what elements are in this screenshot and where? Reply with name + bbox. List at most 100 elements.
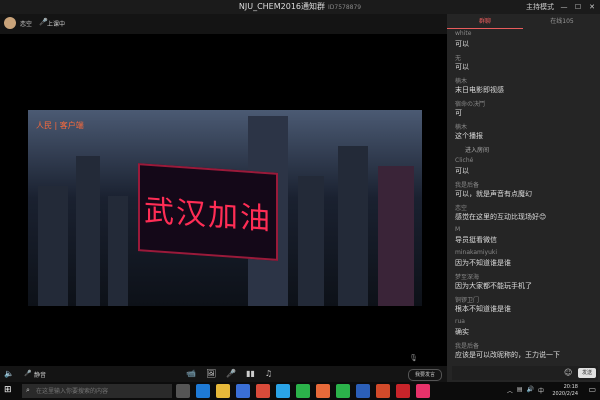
tab-online[interactable]: 在线105 — [524, 16, 600, 28]
mute-microphone-icon[interactable]: 🎤 — [24, 370, 31, 377]
message-text: 感觉在这里的互动比现场好😊 — [455, 213, 547, 221]
message-text: 可以 — [455, 167, 469, 175]
request-speak-button[interactable]: 我要发言 — [408, 369, 442, 381]
bars-icon[interactable]: ▮▮ — [246, 369, 255, 378]
host-status: 上课中 — [47, 21, 66, 28]
message-sender: 铜锣卫门 — [455, 297, 480, 304]
acrobat-icon[interactable] — [396, 384, 410, 398]
message-text: 确实 — [455, 328, 469, 336]
emoji-icon[interactable]: ☺ — [564, 368, 572, 377]
message-text: 这个播报 — [455, 132, 483, 140]
window-title: NJU_CHEM2016通知群 ID7578879 — [0, 1, 600, 12]
message-sender: M — [455, 226, 461, 233]
message-sender: 宿命の决鬥 — [455, 101, 486, 108]
video-area[interactable]: 武汉加油 人民 | 客户端 🎙 — [28, 34, 422, 366]
room-name: NJU_CHEM2016通知群 — [238, 2, 325, 11]
building — [378, 166, 414, 306]
edge-icon[interactable] — [196, 384, 210, 398]
system-tray: ︿ ▤ 🔊 中 — [507, 386, 544, 395]
windows-start-icon[interactable]: ⊞ — [4, 385, 16, 397]
message-sender: 楠木 — [455, 78, 468, 85]
qq-icon[interactable] — [276, 384, 290, 398]
network-icon[interactable]: ▤ — [517, 386, 523, 395]
video-camera-icon[interactable]: 📹 — [186, 369, 196, 378]
explorer-icon[interactable] — [216, 384, 230, 398]
task-view-icon[interactable] — [176, 384, 190, 398]
message-text: 末日电影即视感 — [455, 86, 504, 94]
microphone-tool-icon[interactable]: 🎤 — [226, 369, 236, 378]
tab-group-chat[interactable]: 群聊 — [447, 16, 523, 29]
message-icon[interactable] — [416, 384, 430, 398]
minimize-button[interactable]: — — [560, 3, 568, 11]
control-bar: 🔈 🎤 静音 📹 🖼 🎤 ▮▮ ♫ 我要发言 — [0, 366, 447, 382]
ime-icon[interactable]: 中 — [538, 386, 544, 395]
speaker-icon[interactable]: 🔈 — [4, 369, 14, 378]
list-item: 楠木 末日电影即视感 — [455, 76, 595, 97]
maximize-button[interactable]: ☐ — [574, 3, 582, 11]
message-text: 可以 — [455, 63, 469, 71]
sign-text: 武汉加油 — [144, 193, 272, 238]
music-icon[interactable]: ♫ — [265, 369, 272, 378]
chat-input-area[interactable]: ☺ 发送 — [452, 366, 598, 380]
wechat-alt-icon[interactable] — [336, 384, 350, 398]
notification-icon[interactable]: ▭ — [588, 385, 596, 394]
list-item: 铜锣卫门 根本不知道谁是谁 — [455, 295, 595, 316]
chevron-up-icon[interactable]: ︿ — [507, 386, 513, 395]
word-icon[interactable] — [356, 384, 370, 398]
clock-date: 2020/2/24 — [552, 391, 578, 397]
list-item: rua 确实 — [455, 318, 595, 339]
taskbar-apps — [176, 384, 430, 398]
taskbar-search[interactable]: ⌕ — [22, 384, 172, 398]
list-item: minakamiyuki 因为不知道谁是谁 — [455, 249, 595, 270]
list-item: 宿命の决鬥 可 — [455, 99, 595, 120]
image-icon[interactable]: 🖼 — [206, 369, 216, 378]
message-text: 可以 — [455, 40, 469, 48]
system-notice: 进入房间 — [465, 147, 490, 154]
host-avatar[interactable] — [4, 17, 16, 29]
search-input[interactable] — [36, 386, 166, 396]
chrome-icon[interactable] — [256, 384, 270, 398]
building — [38, 186, 68, 306]
chat-panel: 群聊 在线105 white 可以 无 可以 楠木 末日电影即视感 宿命の决鬥 … — [447, 14, 600, 382]
message-sender: white — [455, 30, 472, 37]
list-item: white 可以 — [455, 30, 595, 51]
clock[interactable]: 20:18 2020/2/24 — [552, 384, 578, 398]
message-text: 应该是可以改昵称的，王力说一下 — [455, 351, 560, 359]
room-id: ID7578879 — [328, 4, 362, 11]
message-text: 可 — [455, 109, 462, 117]
list-item: 无 可以 — [455, 53, 595, 74]
message-text: 因为不知道谁是谁 — [455, 259, 511, 267]
host-bar: 恋空 🎤 上课中 — [0, 14, 447, 34]
message-sender: 无 — [455, 55, 462, 62]
list-item: M 导员挺看微信 — [455, 226, 595, 247]
microphone-small-icon: 🎙 — [409, 354, 418, 362]
chat-tabs: 群聊 在线105 — [447, 16, 600, 29]
send-button[interactable]: 发送 — [578, 368, 596, 378]
message-list: white 可以 无 可以 楠木 末日电影即视感 宿命の决鬥 可 楠木 这个播报… — [455, 30, 595, 364]
moderator-mode-label[interactable]: 主持模式 — [526, 2, 554, 12]
store-icon[interactable] — [236, 384, 250, 398]
building — [298, 176, 324, 306]
list-item: Cliché 可以 — [455, 157, 595, 178]
message-text: 可以，就是声音有点魔幻 — [455, 190, 532, 198]
message-sender: 恋空 — [455, 205, 468, 212]
broadcaster-watermark: 人民 | 客户端 — [36, 121, 84, 130]
classroom-app-icon[interactable] — [316, 384, 330, 398]
message-sender: 楠木 — [455, 124, 468, 131]
list-item: 楠木 这个播报 — [455, 122, 595, 143]
title-bar: NJU_CHEM2016通知群 ID7578879 主持模式 — ☐ ✕ — [0, 0, 600, 14]
message-sender: 梦至深海 — [455, 274, 480, 281]
message-text: 根本不知道谁是谁 — [455, 305, 511, 313]
wechat-icon[interactable] — [296, 384, 310, 398]
volume-icon[interactable]: 🔊 — [527, 386, 534, 395]
list-item: 恋空 感觉在这里的互动比现场好😊 — [455, 203, 595, 224]
close-button[interactable]: ✕ — [588, 3, 596, 11]
host-name: 恋空 — [20, 21, 33, 28]
led-sign: 武汉加油 — [138, 163, 278, 261]
message-text: 因为大家都不能玩手机了 — [455, 282, 532, 290]
message-text: 导员挺看微信 — [455, 236, 497, 244]
list-item: 我是后备 可以，就是声音有点魔幻 — [455, 180, 595, 201]
list-item: 梦至深海 因为大家都不能玩手机了 — [455, 272, 595, 293]
mute-label[interactable]: 静音 — [34, 370, 46, 379]
powerpoint-icon[interactable] — [376, 384, 390, 398]
